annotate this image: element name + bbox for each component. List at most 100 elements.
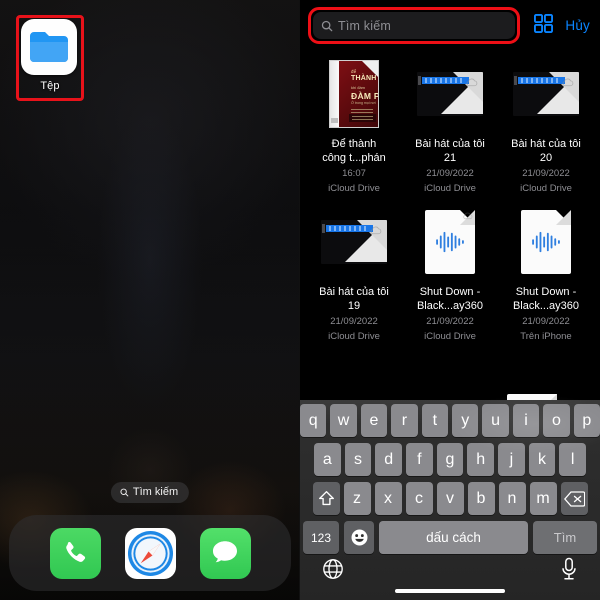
thumbnail <box>513 57 579 131</box>
keyboard-row-2: a s d f g h j k l <box>300 443 600 476</box>
phone-icon <box>66 541 86 562</box>
file-item[interactable]: Bài hát của tôi 20 21/09/2022 iCloud Dri… <box>500 57 592 205</box>
file-item[interactable]: Shut Down - Black...ay360 21/09/2022 Trê… <box>500 205 592 353</box>
search-key[interactable]: Tìm <box>533 521 597 554</box>
key-q[interactable]: q <box>300 404 327 437</box>
microphone-icon[interactable] <box>560 557 578 586</box>
thumbnail <box>425 205 475 279</box>
key-x[interactable]: x <box>374 482 402 515</box>
key-v[interactable]: v <box>436 482 464 515</box>
book-text-title-small: THÀNH CÔNG <box>351 75 378 82</box>
key-d[interactable]: d <box>375 443 402 476</box>
screenshot-root: Tệp Tìm kiếm Tìm kiếm Hủy để THÀNH khi đ… <box>0 0 600 600</box>
keyboard-row-1: q w e r t y u i o p <box>300 404 600 437</box>
grid-view-icon[interactable] <box>534 13 554 38</box>
key-g[interactable]: g <box>436 443 464 476</box>
key-k[interactable]: k <box>528 443 556 476</box>
dock-item-messages[interactable] <box>199 527 251 579</box>
video-track-handle <box>514 76 517 85</box>
key-p[interactable]: p <box>573 404 600 437</box>
key-n[interactable]: n <box>498 482 526 515</box>
audio-file-thumbnail <box>521 210 571 274</box>
search-field-highlight: Tìm kiếm <box>308 7 521 44</box>
key-i[interactable]: i <box>512 404 540 437</box>
file-date: 21/09/2022 <box>426 316 474 327</box>
video-track-handle <box>418 76 421 85</box>
app-icon-files[interactable]: Tệp <box>21 19 79 92</box>
file-name-line2: 21 <box>443 152 457 164</box>
key-z[interactable]: z <box>343 482 371 515</box>
compass-icon <box>127 530 173 576</box>
home-search-pill[interactable]: Tìm kiếm <box>110 482 190 503</box>
file-name-line2: Black...ay360 <box>512 300 580 312</box>
file-name-line2: 20 <box>539 152 553 164</box>
backspace-icon[interactable] <box>560 482 588 515</box>
key-t[interactable]: t <box>421 404 448 437</box>
ios-home-screen: Tệp Tìm kiếm <box>0 0 300 600</box>
dock-item-phone[interactable] <box>49 527 101 579</box>
emoji-glyph <box>351 529 367 546</box>
book-cover-thumbnail: để THÀNH CÔNG khi đàm ĐÀM PHÁN Ở trong m… <box>329 60 379 128</box>
waveform-icon <box>532 231 560 253</box>
key-j[interactable]: j <box>498 443 525 476</box>
key-w[interactable]: w <box>330 404 357 437</box>
key-l[interactable]: l <box>559 443 587 476</box>
waveform-icon <box>436 231 464 253</box>
file-name: Shut Down - Black...ay360 <box>513 285 579 313</box>
dock-item-safari[interactable] <box>124 527 176 579</box>
file-name-line1: Bài hát của tôi <box>415 138 485 150</box>
mic-glyph <box>562 557 576 580</box>
key-m[interactable]: m <box>529 482 557 515</box>
cloud-icon <box>370 226 382 235</box>
file-location: iCloud Drive <box>328 331 380 342</box>
thumbnail <box>417 57 483 131</box>
keyboard-bottom-bar <box>300 554 600 600</box>
key-h[interactable]: h <box>467 443 495 476</box>
key-b[interactable]: b <box>467 482 495 515</box>
key-y[interactable]: y <box>452 404 479 437</box>
folder-icon <box>21 19 77 75</box>
video-track-handle <box>322 224 325 233</box>
key-o[interactable]: o <box>543 404 570 437</box>
thumbnail: để THÀNH CÔNG khi đàm ĐÀM PHÁN Ở trong m… <box>329 57 379 131</box>
video-timeline <box>326 225 373 232</box>
key-e[interactable]: e <box>360 404 388 437</box>
grid-view-glyph <box>534 13 554 33</box>
file-date: 21/09/2022 <box>330 316 378 327</box>
search-input[interactable]: Tìm kiếm <box>313 12 516 39</box>
file-date: 21/09/2022 <box>522 168 570 179</box>
cancel-button[interactable]: Hủy <box>565 18 590 33</box>
message-bubble-icon <box>213 541 237 563</box>
files-app-panel: Tìm kiếm Hủy để THÀNH khi đàm ĐÀM Ở tron… <box>300 0 600 600</box>
key-u[interactable]: u <box>482 404 509 437</box>
shift-glyph <box>318 491 334 506</box>
file-location: Trên iPhone <box>520 331 572 342</box>
video-thumbnail <box>513 72 579 116</box>
space-key[interactable]: dấu cách <box>379 521 528 554</box>
file-location: iCloud Drive <box>424 331 476 342</box>
file-item[interactable]: để THÀNH CÔNG khi đàm ĐÀM PHÁN Ở trong m… <box>308 57 400 205</box>
key-r[interactable]: r <box>391 404 418 437</box>
file-item[interactable]: Bài hát của tôi 21 21/09/2022 iCloud Dri… <box>404 57 496 205</box>
key-a[interactable]: a <box>313 443 341 476</box>
book-spine-base <box>331 118 338 123</box>
book-cover-face: để THÀNH CÔNG khi đàm ĐÀM PHÁN Ở trong m… <box>339 61 378 127</box>
thumbnail <box>321 205 387 279</box>
key-s[interactable]: s <box>344 443 372 476</box>
globe-icon[interactable] <box>322 558 344 585</box>
file-item[interactable]: Shut Down - Black...ay360 21/09/2022 iCl… <box>404 205 496 353</box>
book-text-sub: khi đàm <box>351 85 366 90</box>
file-item[interactable]: Bài hát của tôi 19 21/09/2022 iCloud Dri… <box>308 205 400 353</box>
shift-arrow-icon[interactable] <box>312 482 340 515</box>
key-f[interactable]: f <box>406 443 433 476</box>
file-name-line2: công t...phán <box>322 152 386 164</box>
key-c[interactable]: c <box>405 482 433 515</box>
cloud-icon <box>463 212 473 220</box>
video-thumbnail <box>417 72 483 116</box>
video-thumbnail <box>321 220 387 264</box>
smiley-face-icon[interactable] <box>344 521 374 554</box>
globe-glyph <box>323 558 343 579</box>
file-name-line1: Bài hát của tôi <box>511 138 581 150</box>
numbers-key[interactable]: 123 <box>303 521 339 554</box>
dock <box>9 515 291 591</box>
